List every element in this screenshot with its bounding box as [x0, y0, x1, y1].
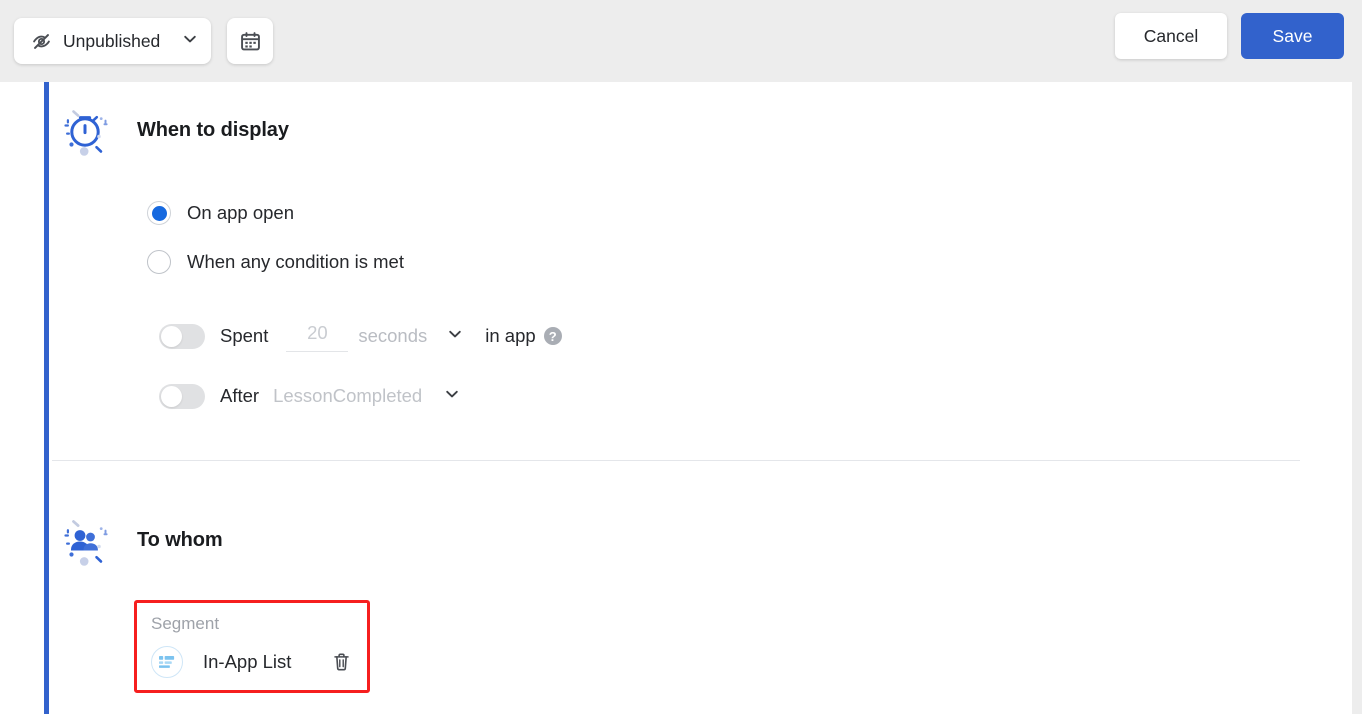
trash-icon[interactable] [329, 650, 353, 674]
publish-status-dropdown[interactable]: Unpublished [14, 18, 211, 64]
panel-content: When to display On app open When any con… [49, 82, 1352, 714]
radio-when-any-condition-is-met[interactable]: When any condition is met [147, 239, 1352, 285]
segment-item-row[interactable]: In-App List [137, 634, 367, 690]
segment-name: In-App List [203, 651, 292, 672]
duration-unit-select[interactable]: seconds [358, 325, 463, 347]
event-value: LessonCompleted [273, 385, 423, 406]
toolbar-right-group: Cancel Save [1115, 13, 1344, 59]
chevron-down-icon [447, 326, 463, 347]
toggle-knob [161, 385, 182, 407]
radio-label: When any condition is met [187, 251, 404, 272]
section-title: To whom [137, 528, 223, 551]
people-icon [49, 504, 121, 576]
duration-unit-value: seconds [358, 325, 428, 346]
spent-duration-input[interactable] [286, 320, 349, 352]
app-root: Unpublished Cancel Save When to display … [0, 0, 1362, 714]
condition-spent-in-app: Spent seconds in app ? [159, 313, 1352, 359]
condition-suffix-label: in app [485, 325, 536, 346]
eye-off-icon [31, 31, 52, 52]
segment-card: Segment In-App List [134, 600, 370, 693]
schedule-button[interactable] [227, 18, 273, 64]
chevron-down-icon [182, 31, 198, 52]
segment-card-label: Segment [151, 614, 220, 633]
stopwatch-icon [49, 94, 121, 166]
toggle-after-event[interactable] [159, 383, 205, 409]
condition-after-event: After LessonCompleted [159, 373, 1352, 419]
help-circle-icon[interactable]: ? [543, 327, 562, 345]
section-when-to-display: When to display On app open When any con… [49, 94, 1352, 419]
section-title: When to display [137, 118, 289, 141]
toggle-spent-in-app[interactable] [159, 323, 205, 349]
radio-on-app-open[interactable]: On app open [147, 190, 1352, 236]
to-whom-header: To whom [49, 504, 1352, 576]
top-toolbar: Unpublished Cancel Save [0, 0, 1362, 82]
when-to-display-options: On app open When any condition is met Sp… [147, 190, 1352, 419]
cancel-button[interactable]: Cancel [1115, 13, 1227, 59]
section-divider [52, 460, 1300, 461]
panel-right-gutter [1352, 82, 1362, 714]
section-to-whom: To whom Segment In-App List [49, 504, 1352, 693]
toggle-knob [161, 325, 182, 347]
radio-indicator [147, 250, 171, 274]
when-to-display-header: When to display [49, 94, 1352, 166]
segment-list-icon [151, 646, 183, 678]
event-select[interactable]: LessonCompleted [273, 385, 460, 407]
radio-label: On app open [187, 202, 294, 223]
radio-indicator [147, 201, 171, 225]
save-button[interactable]: Save [1241, 13, 1344, 59]
condition-prefix-label: Spent [220, 325, 269, 346]
condition-prefix-label: After [220, 385, 260, 406]
chevron-down-icon [444, 386, 460, 407]
calendar-icon [239, 30, 262, 53]
toolbar-left-group: Unpublished [14, 18, 273, 64]
publish-status-label: Unpublished [63, 30, 161, 51]
